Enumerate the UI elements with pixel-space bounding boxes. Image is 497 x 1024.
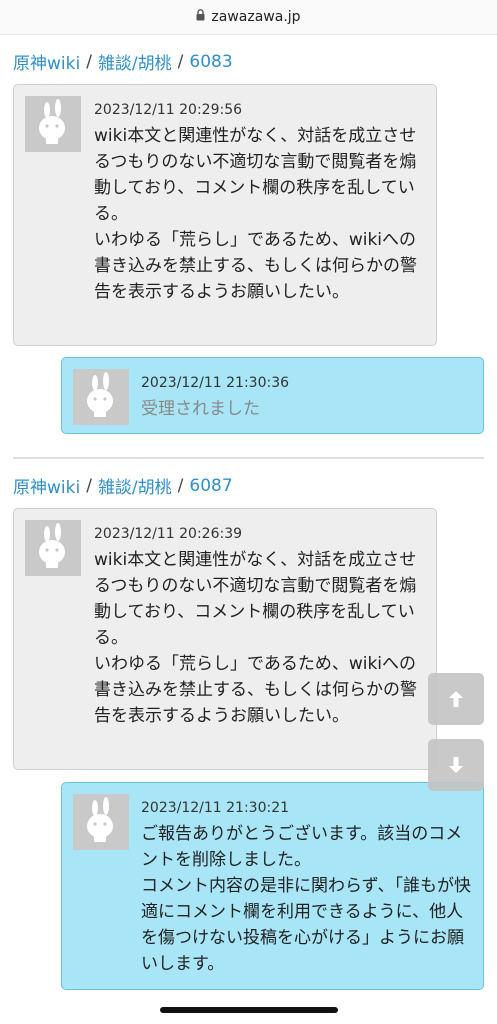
lock-icon: [196, 9, 205, 25]
reply-message: 2023/12/11 21:30:36 受理されました: [61, 357, 484, 434]
rabbit-avatar-icon: [73, 369, 129, 425]
rabbit-avatar-icon: [73, 794, 129, 850]
rabbit-avatar-icon: [25, 96, 81, 152]
section-divider: [13, 457, 484, 459]
breadcrumb-post-link[interactable]: 6083: [189, 52, 232, 72]
report-timestamp: 2023/12/11 20:29:56: [94, 102, 243, 118]
report-message: 2023/12/11 20:26:39 wiki本文と関連性がなく、対話を成立さ…: [13, 508, 437, 770]
report-text: wiki本文と関連性がなく、対話を成立させるつもりのない不適切な言動で閲覧者を煽…: [94, 126, 417, 302]
reply-message: 2023/12/11 21:30:21 ご報告ありがとうございます。該当のコメン…: [61, 782, 484, 990]
reply-timestamp: 2023/12/11 21:30:36: [141, 375, 290, 391]
breadcrumb: 原神wiki / 雑談/胡桃 / 6083: [13, 49, 233, 75]
breadcrumb-topic-link[interactable]: 雑談/胡桃: [98, 473, 172, 498]
home-indicator[interactable]: [160, 1007, 338, 1013]
report-text: wiki本文と関連性がなく、対話を成立させるつもりのない不適切な言動で閲覧者を煽…: [94, 550, 417, 726]
breadcrumb-site-link[interactable]: 原神wiki: [13, 49, 80, 74]
breadcrumb-post-link[interactable]: 6087: [189, 476, 232, 496]
report-timestamp: 2023/12/11 20:26:39: [94, 526, 243, 542]
breadcrumb-topic-link[interactable]: 雑談/胡桃: [98, 49, 172, 74]
report-message: 2023/12/11 20:29:56 wiki本文と関連性がなく、対話を成立さ…: [13, 84, 437, 346]
breadcrumb-site-link[interactable]: 原神wiki: [13, 473, 80, 498]
arrow-down-icon: [449, 757, 463, 773]
reply-text: ご報告ありがとうございます。該当のコメントを削除しました。 コメント内容の是非に…: [141, 824, 471, 974]
reply-timestamp: 2023/12/11 21:30:21: [141, 800, 290, 816]
arrow-up-icon: [449, 691, 463, 707]
address-bar[interactable]: zawazawa.jp: [0, 0, 497, 35]
scroll-up-button[interactable]: [428, 673, 484, 725]
reply-text: 受理されました: [141, 399, 260, 419]
rabbit-avatar-icon: [25, 520, 81, 576]
url-text: zawazawa.jp: [211, 9, 301, 25]
breadcrumb: 原神wiki / 雑談/胡桃 / 6087: [13, 473, 233, 499]
scroll-down-button[interactable]: [428, 739, 484, 791]
